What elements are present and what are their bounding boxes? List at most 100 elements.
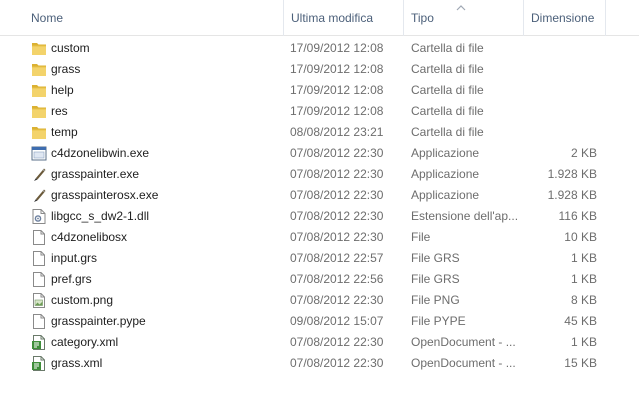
file-name-cell: grasspainter.exe (31, 164, 281, 185)
file-name-cell: c4dzonelibosx (31, 227, 281, 248)
file-size: 10 KB (564, 230, 597, 244)
file-size: 1 KB (570, 272, 597, 286)
file-row[interactable]: grasspainter.exe 07/08/2012 22:30 Applicaz… (0, 164, 639, 185)
file-name-cell: libgcc_s_dw2-1.dll (31, 206, 281, 227)
file-name-cell: pref.grs (31, 269, 281, 290)
column-header-name[interactable]: Nome (24, 0, 283, 36)
column-header-modified[interactable]: Ultima modifica (283, 0, 403, 36)
column-header-filler (605, 0, 639, 36)
file-row[interactable]: c4dzonelibwin.exe 07/08/2012 22:30 Applica… (0, 143, 639, 164)
file-name: input.grs (51, 251, 98, 265)
file-name: libgcc_s_dw2-1.dll (51, 209, 150, 223)
file-size (523, 59, 597, 80)
file-modified: 17/09/2012 12:08 (290, 41, 384, 55)
file-size (523, 80, 597, 101)
file-size: 45 KB (564, 314, 597, 328)
file-type: OpenDocument - ... (411, 356, 516, 370)
file-row[interactable]: input.grs 07/08/2012 22:57 File GRS 1 KB (0, 248, 639, 269)
column-header-bar: Nome Ultima modifica Tipo Dimensione (0, 0, 639, 36)
folder-icon (31, 103, 47, 120)
file-type: Applicazione (411, 146, 480, 160)
file-type: Estensione dell'ap... (411, 209, 519, 223)
file-name: grass (51, 62, 81, 76)
file-name-cell: help (31, 80, 281, 101)
folder-icon (31, 124, 47, 141)
file-modified: 08/08/2012 23:21 (290, 125, 384, 139)
file-type: File PNG (411, 293, 460, 307)
file-modified: 09/08/2012 15:07 (290, 314, 384, 328)
file-name: help (51, 83, 74, 97)
file-row[interactable]: help 17/09/2012 12:08 Cartella di file (0, 80, 639, 101)
file-size: 8 KB (570, 293, 597, 307)
file-modified: 07/08/2012 22:57 (290, 251, 384, 265)
file-row[interactable]: res 17/09/2012 12:08 Cartella di file (0, 101, 639, 122)
file-name: grass.xml (51, 356, 103, 370)
file-name-cell: grass (31, 59, 281, 80)
file-row[interactable]: temp 08/08/2012 23:21 Cartella di file (0, 122, 639, 143)
file-modified: 07/08/2012 22:30 (290, 356, 384, 370)
dll-icon (31, 208, 47, 225)
file-row[interactable]: grass 17/09/2012 12:08 Cartella di file (0, 59, 639, 80)
file-name: grasspainterosx.exe (51, 188, 159, 202)
file-modified: 07/08/2012 22:30 (290, 335, 384, 349)
file-size (523, 38, 597, 59)
file-icon (31, 313, 47, 330)
file-name: custom.png (51, 293, 114, 307)
file-name-cell: grasspainter.pype (31, 311, 281, 332)
file-row[interactable]: libgcc_s_dw2-1.dll 07/08/2012 22:30 Estens… (0, 206, 639, 227)
file-type: Cartella di file (411, 104, 484, 118)
file-type: OpenDocument - ... (411, 335, 516, 349)
file-type: File (411, 230, 431, 244)
brush-icon (31, 166, 47, 183)
file-type: Applicazione (411, 188, 480, 202)
file-name-cell: c4dzonelibwin.exe (31, 143, 281, 164)
file-size: 1.928 KB (547, 167, 597, 181)
file-size: 1 KB (570, 251, 597, 265)
file-type: File GRS (411, 251, 460, 265)
file-row[interactable]: category.xml 07/08/2012 22:30 OpenDocument… (0, 332, 639, 353)
application-icon (31, 145, 47, 162)
file-row[interactable]: custom 17/09/2012 12:08 Cartella di file (0, 38, 639, 59)
file-type: File GRS (411, 272, 460, 286)
file-name-cell: grasspainterosx.exe (31, 185, 281, 206)
xml-document-icon (31, 334, 47, 351)
xml-document-icon (31, 355, 47, 372)
file-modified: 17/09/2012 12:08 (290, 83, 384, 97)
file-name: category.xml (51, 335, 119, 349)
file-modified: 07/08/2012 22:30 (290, 230, 384, 244)
file-name-cell: res (31, 101, 281, 122)
file-modified: 07/08/2012 22:56 (290, 272, 384, 286)
sort-ascending-icon (456, 5, 466, 11)
file-name: c4dzonelibosx (51, 230, 128, 244)
image-file-icon (31, 292, 47, 309)
file-name: grasspainter.exe (51, 167, 140, 181)
file-row[interactable]: grass.xml 07/08/2012 22:30 OpenDocument - … (0, 353, 639, 374)
file-name: temp (51, 125, 78, 139)
file-name: c4dzonelibwin.exe (51, 146, 150, 160)
file-type: Cartella di file (411, 41, 484, 55)
file-row[interactable]: grasspainter.pype 09/08/2012 15:07 File PY… (0, 311, 639, 332)
file-icon (31, 271, 47, 288)
file-list: custom 17/09/2012 12:08 Cartella di file g… (0, 38, 639, 374)
file-size (523, 101, 597, 122)
file-icon (31, 250, 47, 267)
file-name-cell: category.xml (31, 332, 281, 353)
file-type: Cartella di file (411, 83, 484, 97)
file-modified: 17/09/2012 12:08 (290, 104, 384, 118)
column-header-size[interactable]: Dimensione (523, 0, 605, 36)
file-type: File PYPE (411, 314, 466, 328)
file-size (523, 122, 597, 143)
file-size: 116 KB (558, 209, 597, 223)
file-row[interactable]: custom.png 07/08/2012 22:30 File PNG 8 KB (0, 290, 639, 311)
file-name-cell: temp (31, 122, 281, 143)
file-modified: 07/08/2012 22:30 (290, 167, 384, 181)
file-name: grasspainter.pype (51, 314, 146, 328)
file-modified: 07/08/2012 22:30 (290, 209, 384, 223)
file-size: 2 KB (570, 146, 597, 160)
file-row[interactable]: c4dzonelibosx 07/08/2012 22:30 File 10 KB (0, 227, 639, 248)
file-modified: 17/09/2012 12:08 (290, 62, 384, 76)
file-size: 1.928 KB (547, 188, 597, 202)
file-row[interactable]: grasspainterosx.exe 07/08/2012 22:30 Appli… (0, 185, 639, 206)
file-name-cell: custom.png (31, 290, 281, 311)
file-row[interactable]: pref.grs 07/08/2012 22:56 File GRS 1 KB (0, 269, 639, 290)
